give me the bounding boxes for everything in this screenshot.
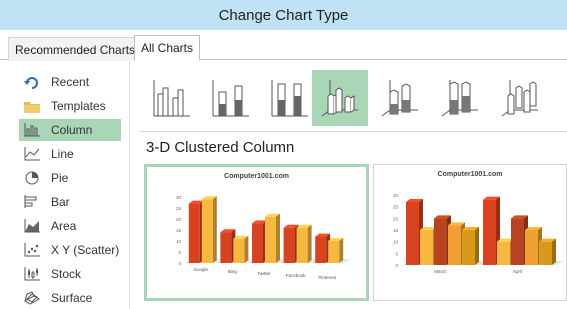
chart-preview-by-category[interactable]: Computer1001.com 30 25 20 15 10 5 0 March April <box>373 164 567 301</box>
bar-1-0 <box>220 229 236 263</box>
3d-column-icon <box>501 80 538 117</box>
pie-chart-icon <box>23 170 41 186</box>
folder-icon <box>23 98 41 114</box>
sidebar-item-area[interactable]: Area <box>19 215 121 237</box>
bar-0-4 <box>462 227 479 265</box>
sidebar-item-label: X Y (Scatter) <box>51 243 120 257</box>
bar-2-1 <box>265 213 280 263</box>
stock-chart-icon <box>23 266 41 282</box>
y-tick-label: 0 <box>178 261 181 266</box>
y-tick-label: 20 <box>393 216 399 221</box>
bar-1-1 <box>233 235 249 263</box>
y-tick-label: 0 <box>395 263 398 268</box>
subtype-3d-clustered-column[interactable] <box>312 70 368 126</box>
y-tick-label: 20 <box>176 217 182 222</box>
dialog-title-bar: Change Chart Type <box>0 0 567 30</box>
bar-4-0 <box>315 233 331 263</box>
subtype-3d-column[interactable] <box>492 70 548 126</box>
tab-strip: Recommended Charts All Charts <box>0 30 567 61</box>
x-category-label: Pinterest <box>318 275 337 280</box>
bar-chart-icon <box>23 194 41 210</box>
x-category-label: Bing <box>228 269 238 274</box>
column-chart-icon <box>23 122 41 138</box>
chart-type-sidebar: Recent Templates Column Line Pie Bar Are… <box>0 61 130 309</box>
3d-clustered-column-icon <box>321 80 358 117</box>
preview-chart-1: 30 25 20 15 10 5 0 Google Bing Twitter Facebook Pin… <box>176 195 351 280</box>
y-tick-label: 15 <box>176 228 182 233</box>
sidebar-item-label: Templates <box>51 99 106 113</box>
x-category-label: Google <box>194 267 209 272</box>
chart-subtype-gallery <box>140 70 567 126</box>
100-stacked-column-icon <box>271 80 308 117</box>
sidebar-item-line[interactable]: Line <box>19 143 121 165</box>
sidebar-item-label: Surface <box>51 291 93 305</box>
tab-recommended-charts[interactable]: Recommended Charts <box>8 37 143 61</box>
preview-chart-2: 30 25 20 15 10 5 0 March April <box>393 193 564 274</box>
sidebar-item-label: Bar <box>51 195 70 209</box>
recent-icon <box>23 74 41 90</box>
y-tick-label: 15 <box>393 228 399 233</box>
dialog-title: Change Chart Type <box>218 6 349 24</box>
y-tick-label: 10 <box>393 240 399 245</box>
bar-2-0 <box>252 220 267 263</box>
sidebar-item-stock[interactable]: Stock <box>19 263 121 285</box>
x-category-label: Facebook <box>286 273 307 278</box>
subtype-3d-stacked-column[interactable] <box>372 70 428 126</box>
chart-preview-by-series[interactable]: Computer1001.com 30 25 20 15 10 5 0 Google Bing T… <box>144 164 369 301</box>
3d-100-stacked-column-icon <box>441 80 478 117</box>
y-tick-label: 25 <box>176 206 182 211</box>
clustered-column-icon <box>153 80 190 117</box>
bar-0-1 <box>201 196 217 263</box>
sidebar-item-label: Pie <box>51 171 69 185</box>
y-tick-label: 5 <box>178 250 181 255</box>
x-category-label: March <box>434 269 447 274</box>
sidebar-item-label: Stock <box>51 267 82 281</box>
x-category-label: Twitter <box>257 271 271 276</box>
x-category-label: April <box>513 269 522 274</box>
y-tick-label: 5 <box>395 251 398 256</box>
bar-1-4 <box>539 238 556 265</box>
sidebar-item-bar[interactable]: Bar <box>19 191 121 213</box>
sidebar-item-surface[interactable]: Surface <box>19 287 121 309</box>
sidebar-item-recent[interactable]: Recent <box>19 71 121 93</box>
3d-stacked-column-icon <box>381 80 418 117</box>
sidebar-item-column[interactable]: Column <box>19 119 121 141</box>
sidebar-item-label: Recent <box>51 75 90 89</box>
surface-chart-icon <box>23 290 41 306</box>
subtype-clustered-column[interactable] <box>144 70 200 126</box>
stacked-column-icon <box>212 80 249 117</box>
bar-4-1 <box>328 238 344 263</box>
y-tick-label: 25 <box>393 205 399 210</box>
y-tick-label: 30 <box>176 195 182 200</box>
y-tick-label: 30 <box>393 193 399 198</box>
gallery-divider <box>140 131 567 132</box>
line-chart-icon <box>23 146 41 162</box>
subtype-100-stacked-column[interactable] <box>262 70 318 126</box>
subtype-3d-100-stacked-column[interactable] <box>432 70 488 126</box>
sidebar-item-label: Area <box>51 219 77 233</box>
tab-all-charts[interactable]: All Charts <box>134 35 201 61</box>
sidebar-item-label: Line <box>51 147 74 161</box>
sidebar-item-templates[interactable]: Templates <box>19 95 121 117</box>
bar-0-0 <box>188 200 204 263</box>
scatter-chart-icon <box>23 242 41 258</box>
sidebar-item-pie[interactable]: Pie <box>19 167 121 189</box>
sidebar-item-xy-scatter[interactable]: X Y (Scatter) <box>19 239 121 261</box>
bar-3-1 <box>296 224 312 263</box>
chart-type-title: 3-D Clustered Column <box>146 139 295 156</box>
sidebar-item-label: Column <box>51 123 93 137</box>
subtype-stacked-column[interactable] <box>203 70 259 126</box>
area-chart-icon <box>23 218 41 234</box>
bar-3-0 <box>283 224 299 263</box>
y-tick-label: 10 <box>176 239 182 244</box>
